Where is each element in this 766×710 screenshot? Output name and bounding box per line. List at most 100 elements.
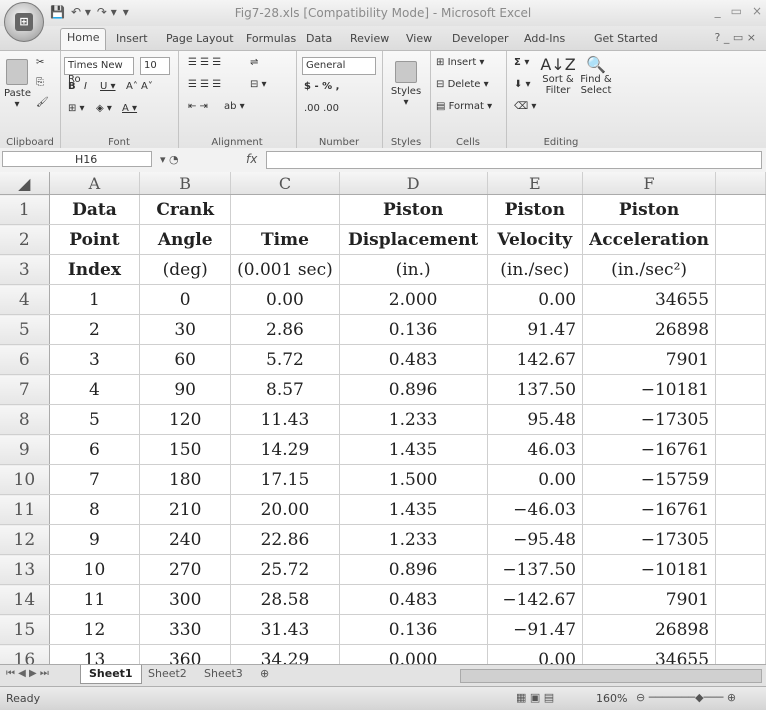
align-top-icon[interactable]: ☰ ☰ ☰: [188, 57, 221, 68]
cell[interactable]: Piston: [582, 194, 717, 225]
cell[interactable]: −10181: [582, 554, 717, 585]
cell[interactable]: [715, 344, 766, 375]
cell[interactable]: Displacement: [339, 224, 488, 255]
row-header[interactable]: 8: [0, 404, 50, 435]
format-painter-icon[interactable]: 🖌: [36, 97, 49, 108]
find-select-button[interactable]: 🔍 Find & Select: [578, 55, 614, 96]
cell[interactable]: 0.00: [487, 644, 584, 664]
cell[interactable]: 26898: [582, 614, 717, 645]
italic-button[interactable]: I: [84, 81, 87, 92]
column-header[interactable]: D: [339, 172, 488, 195]
borders-icon[interactable]: ⊞ ▾: [68, 103, 85, 114]
cell[interactable]: 2: [49, 314, 141, 345]
tab-page-layout[interactable]: Page Layout: [160, 30, 240, 47]
cell[interactable]: [715, 254, 766, 285]
fill-color-icon[interactable]: ◈ ▾: [96, 103, 112, 114]
merge-center-icon[interactable]: ⊟ ▾: [250, 79, 267, 90]
row-header[interactable]: 15: [0, 614, 50, 645]
cell[interactable]: 46.03: [487, 434, 584, 465]
decimal-icon[interactable]: .00 .00: [304, 103, 339, 114]
row-header[interactable]: 9: [0, 434, 50, 465]
cell[interactable]: [715, 284, 766, 315]
row-header[interactable]: 6: [0, 344, 50, 375]
cell[interactable]: [715, 404, 766, 435]
cell[interactable]: 240: [139, 524, 232, 555]
row-header[interactable]: 7: [0, 374, 50, 405]
font-size-select[interactable]: 10: [140, 57, 170, 75]
cell[interactable]: 0.896: [339, 554, 488, 585]
column-header[interactable]: F: [582, 172, 717, 195]
cell[interactable]: 10: [49, 554, 141, 585]
cell[interactable]: 17.15: [230, 464, 340, 495]
cell[interactable]: 11: [49, 584, 141, 615]
column-header[interactable]: E: [487, 172, 584, 195]
cell[interactable]: 1.435: [339, 434, 488, 465]
tab-review[interactable]: Review: [344, 30, 395, 47]
fill-icon[interactable]: ⬇ ▾: [514, 79, 531, 90]
styles-button[interactable]: Styles ▾: [390, 61, 422, 108]
tab-add-ins[interactable]: Add-Ins: [518, 30, 571, 47]
cell[interactable]: 25.72: [230, 554, 340, 585]
cell[interactable]: 28.58: [230, 584, 340, 615]
cell[interactable]: [715, 644, 766, 664]
cell[interactable]: 0.00: [230, 284, 340, 315]
cell[interactable]: 22.86: [230, 524, 340, 555]
cut-icon[interactable]: ✂: [36, 57, 44, 68]
bold-button[interactable]: B: [68, 81, 76, 92]
cell[interactable]: Acceleration: [582, 224, 717, 255]
number-format-select[interactable]: General: [302, 57, 376, 75]
tab-insert[interactable]: Insert: [110, 30, 154, 47]
tab-formulas[interactable]: Formulas: [240, 30, 302, 47]
maximize-button[interactable]: ▭: [731, 4, 742, 18]
currency-format-icon[interactable]: $ - % ,: [304, 81, 339, 92]
row-header[interactable]: 10: [0, 464, 50, 495]
cell[interactable]: 13: [49, 644, 141, 664]
cell[interactable]: 8.57: [230, 374, 340, 405]
cell[interactable]: 1.233: [339, 524, 488, 555]
cell[interactable]: 0: [139, 284, 232, 315]
tab-data[interactable]: Data: [300, 30, 338, 47]
cell[interactable]: 9: [49, 524, 141, 555]
cell[interactable]: 150: [139, 434, 232, 465]
column-header[interactable]: C: [230, 172, 340, 195]
cell[interactable]: [715, 314, 766, 345]
grow-font-icon[interactable]: A˄ A˅: [126, 81, 153, 92]
row-header[interactable]: 12: [0, 524, 50, 555]
cell[interactable]: 0.00: [487, 464, 584, 495]
cell[interactable]: [715, 194, 766, 225]
cell[interactable]: 1.435: [339, 494, 488, 525]
cell[interactable]: (in./sec): [487, 254, 584, 285]
cell[interactable]: 60: [139, 344, 232, 375]
cell[interactable]: −17305: [582, 524, 717, 555]
cell[interactable]: 90: [139, 374, 232, 405]
zoom-level[interactable]: 160%: [596, 692, 627, 705]
cell[interactable]: [715, 524, 766, 555]
align-left-icon[interactable]: ☰ ☰ ☰: [188, 79, 221, 90]
cell[interactable]: Piston: [339, 194, 488, 225]
cell[interactable]: 0.136: [339, 314, 488, 345]
close-button[interactable]: ×: [752, 4, 762, 18]
insert-sheet-icon[interactable]: ⊕: [252, 665, 277, 683]
row-header[interactable]: 16: [0, 644, 50, 664]
column-header[interactable]: A: [49, 172, 141, 195]
cell[interactable]: −91.47: [487, 614, 584, 645]
name-box-dropdown-icon[interactable]: ▾ ◔: [160, 153, 179, 166]
cell[interactable]: [715, 554, 766, 585]
cell[interactable]: 210: [139, 494, 232, 525]
cell[interactable]: 30: [139, 314, 232, 345]
cell[interactable]: Time: [230, 224, 340, 255]
cell[interactable]: 0.00: [487, 284, 584, 315]
cell[interactable]: 4: [49, 374, 141, 405]
tab-get-started[interactable]: Get Started: [588, 30, 664, 47]
cell[interactable]: 0.000: [339, 644, 488, 664]
cell[interactable]: Point: [49, 224, 141, 255]
tab-home[interactable]: Home: [60, 28, 107, 51]
cell[interactable]: 91.47: [487, 314, 584, 345]
cell[interactable]: 0.136: [339, 614, 488, 645]
cell[interactable]: −46.03: [487, 494, 584, 525]
cell[interactable]: 3: [49, 344, 141, 375]
column-header-empty[interactable]: [715, 172, 766, 195]
cell[interactable]: 330: [139, 614, 232, 645]
cell[interactable]: 12: [49, 614, 141, 645]
horizontal-scrollbar[interactable]: [460, 669, 762, 683]
